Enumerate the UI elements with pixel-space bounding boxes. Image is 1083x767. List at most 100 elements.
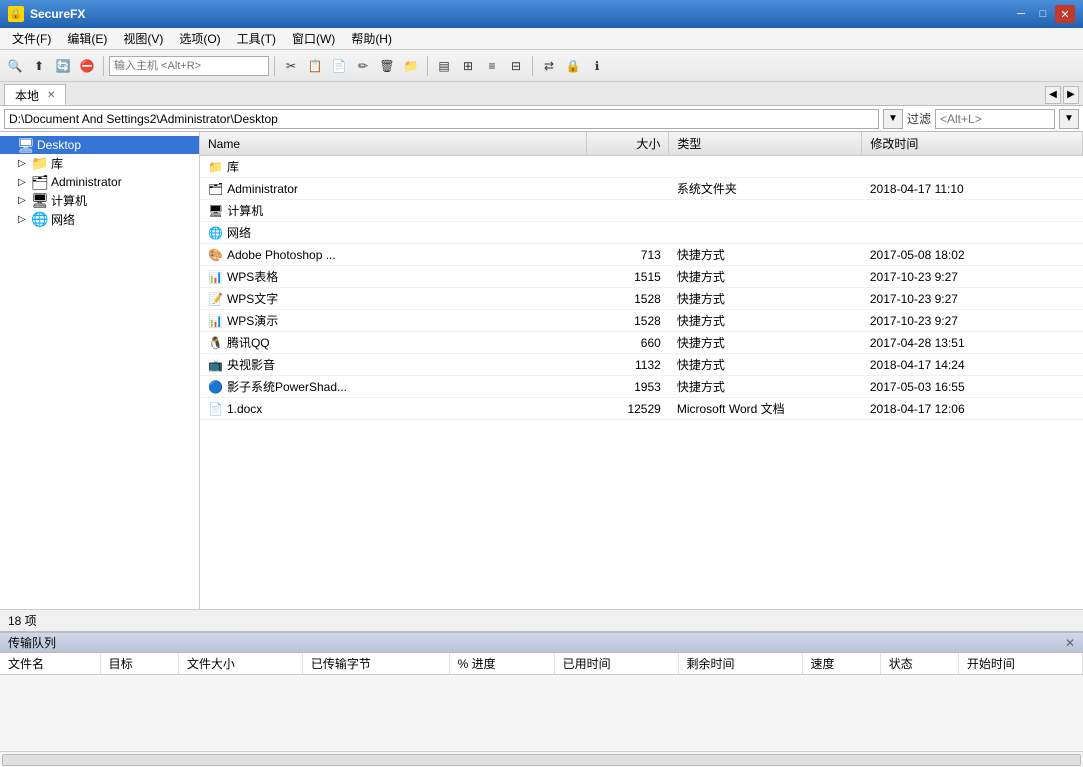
file-modified-cell: 2017-05-03 16:55: [862, 376, 1083, 398]
col-name[interactable]: Name: [200, 132, 586, 156]
file-modified-cell: [862, 222, 1083, 244]
file-icon: 🐧: [208, 336, 223, 350]
file-icon: 📁: [208, 160, 223, 174]
file-type-cell: 系统文件夹: [669, 178, 862, 200]
file-size-cell: 1528: [586, 288, 669, 310]
admin-folder-icon: 🗂: [32, 174, 48, 190]
table-row[interactable]: 📊WPS演示 1528 快捷方式 2017-10-23 9:27: [200, 310, 1083, 332]
maximize-button[interactable]: □: [1033, 5, 1053, 23]
file-icon: 📝: [208, 292, 223, 306]
file-type-cell: [669, 222, 862, 244]
tree-item-library[interactable]: ▷ 📁 库: [0, 154, 199, 173]
transfer-title: 传输队列: [8, 634, 56, 651]
path-dropdown[interactable]: ▼: [883, 109, 903, 129]
menu-file[interactable]: 文件(F): [4, 28, 59, 49]
menu-window[interactable]: 窗口(W): [284, 28, 343, 49]
filter-dropdown[interactable]: ▼: [1059, 109, 1079, 129]
host-input[interactable]: [109, 56, 269, 76]
file-type-cell: Microsoft Word 文档: [669, 398, 862, 420]
expand-icon-admin[interactable]: ▷: [18, 177, 32, 188]
transfer-col-header[interactable]: 已用时间: [554, 653, 678, 675]
toolbar-btn-view3[interactable]: ≡: [481, 55, 503, 77]
transfer-panel: 传输队列 ✕ 文件名目标文件大小已传输字节% 进度已用时间剩余时间速度状态开始时…: [0, 631, 1083, 751]
toolbar-btn-copy[interactable]: 📋: [304, 55, 326, 77]
expand-icon-computer[interactable]: ▷: [18, 195, 32, 206]
toolbar-btn-paste[interactable]: 📄: [328, 55, 350, 77]
file-modified-cell: 2018-04-17 12:06: [862, 398, 1083, 420]
toolbar-btn-delete[interactable]: 🗑: [376, 55, 398, 77]
toolbar-btn-info[interactable]: ℹ: [586, 55, 608, 77]
toolbar-btn-sync[interactable]: ⇄: [538, 55, 560, 77]
table-row[interactable]: 📝WPS文字 1528 快捷方式 2017-10-23 9:27: [200, 288, 1083, 310]
tree-item-computer[interactable]: ▷ 🖥 计算机: [0, 191, 199, 210]
tree-item-admin[interactable]: ▷ 🗂 Administrator: [0, 173, 199, 191]
tab-nav-left[interactable]: ◀: [1045, 86, 1061, 104]
toolbar-btn-4[interactable]: ⛔: [76, 55, 98, 77]
file-icon: 🔵: [208, 380, 223, 394]
transfer-col-header[interactable]: 速度: [802, 653, 880, 675]
menu-view[interactable]: 视图(V): [115, 28, 171, 49]
transfer-col-header[interactable]: 已传输字节: [302, 653, 449, 675]
close-button[interactable]: ✕: [1055, 5, 1075, 23]
tab-nav-right[interactable]: ▶: [1063, 86, 1079, 104]
col-size[interactable]: 大小: [586, 132, 669, 156]
col-modified[interactable]: 修改时间: [862, 132, 1083, 156]
toolbar-btn-view2[interactable]: ⊞: [457, 55, 479, 77]
toolbar-btn-newfolder[interactable]: 📁: [400, 55, 422, 77]
local-tab[interactable]: 本地 ✕: [4, 84, 66, 105]
file-size-cell: [586, 200, 669, 222]
transfer-close-icon[interactable]: ✕: [1065, 636, 1075, 650]
toolbar-btn-view1[interactable]: ▤: [433, 55, 455, 77]
file-type-cell: 快捷方式: [669, 332, 862, 354]
expand-icon-library[interactable]: ▷: [18, 158, 32, 169]
toolbar-btn-connect[interactable]: 🔒: [562, 55, 584, 77]
transfer-col-header[interactable]: 文件名: [0, 653, 100, 675]
col-type[interactable]: 类型: [669, 132, 862, 156]
transfer-col-header[interactable]: 文件大小: [178, 653, 302, 675]
table-row[interactable]: 🗂Administrator 系统文件夹 2018-04-17 11:10: [200, 178, 1083, 200]
toolbar-btn-1[interactable]: 🔍: [4, 55, 26, 77]
table-row[interactable]: 📄1.docx 12529 Microsoft Word 文档 2018-04-…: [200, 398, 1083, 420]
transfer-col-header[interactable]: 剩余时间: [678, 653, 802, 675]
table-row[interactable]: 🌐网络: [200, 222, 1083, 244]
minimize-button[interactable]: ─: [1011, 5, 1031, 23]
table-row[interactable]: 📺央视影音 1132 快捷方式 2018-04-17 14:24: [200, 354, 1083, 376]
tree-label-library: 库: [51, 155, 63, 172]
tree-item-network[interactable]: ▷ 🌐 网络: [0, 210, 199, 229]
horizontal-scrollbar[interactable]: [2, 754, 1081, 766]
menu-options[interactable]: 选项(O): [171, 28, 228, 49]
bottom-scroll[interactable]: [0, 751, 1083, 767]
menu-tools[interactable]: 工具(T): [229, 28, 284, 49]
table-row[interactable]: 🎨Adobe Photoshop ... 713 快捷方式 2017-05-08…: [200, 244, 1083, 266]
toolbar-btn-cut[interactable]: ✂: [280, 55, 302, 77]
file-name-cell: 📺央视影音: [200, 354, 586, 376]
filter-input[interactable]: [935, 109, 1055, 129]
table-row[interactable]: 📁库: [200, 156, 1083, 178]
tree-item-desktop[interactable]: 🖥 Desktop: [0, 136, 199, 154]
menu-bar: 文件(F) 编辑(E) 视图(V) 选项(O) 工具(T) 窗口(W) 帮助(H…: [0, 28, 1083, 50]
menu-edit[interactable]: 编辑(E): [59, 28, 115, 49]
table-row[interactable]: 🔵影子系统PowerShad... 1953 快捷方式 2017-05-03 1…: [200, 376, 1083, 398]
toolbar-btn-3[interactable]: 🔄: [52, 55, 74, 77]
path-input[interactable]: [4, 109, 879, 129]
transfer-col-header[interactable]: % 进度: [449, 653, 554, 675]
app-title: SecureFX: [30, 7, 85, 21]
menu-help[interactable]: 帮助(H): [343, 28, 400, 49]
transfer-col-header[interactable]: 开始时间: [958, 653, 1082, 675]
toolbar-btn-view4[interactable]: ⊟: [505, 55, 527, 77]
toolbar-btn-2[interactable]: ⬆: [28, 55, 50, 77]
table-row[interactable]: 🐧腾讯QQ 660 快捷方式 2017-04-28 13:51: [200, 332, 1083, 354]
file-name-cell: 📝WPS文字: [200, 288, 586, 310]
table-row[interactable]: 🖥计算机: [200, 200, 1083, 222]
file-size-cell: 1515: [586, 266, 669, 288]
table-row[interactable]: 📊WPS表格 1515 快捷方式 2017-10-23 9:27: [200, 266, 1083, 288]
filter-label: 过滤: [907, 110, 931, 127]
transfer-col-header[interactable]: 目标: [100, 653, 178, 675]
tab-close-icon[interactable]: ✕: [47, 90, 55, 101]
expand-icon-network[interactable]: ▷: [18, 214, 32, 225]
file-type-cell: 快捷方式: [669, 288, 862, 310]
tree-label-desktop: Desktop: [37, 138, 81, 152]
toolbar-btn-rename[interactable]: ✏: [352, 55, 374, 77]
transfer-col-header[interactable]: 状态: [880, 653, 958, 675]
path-bar: ▼ 过滤 ▼: [0, 106, 1083, 132]
